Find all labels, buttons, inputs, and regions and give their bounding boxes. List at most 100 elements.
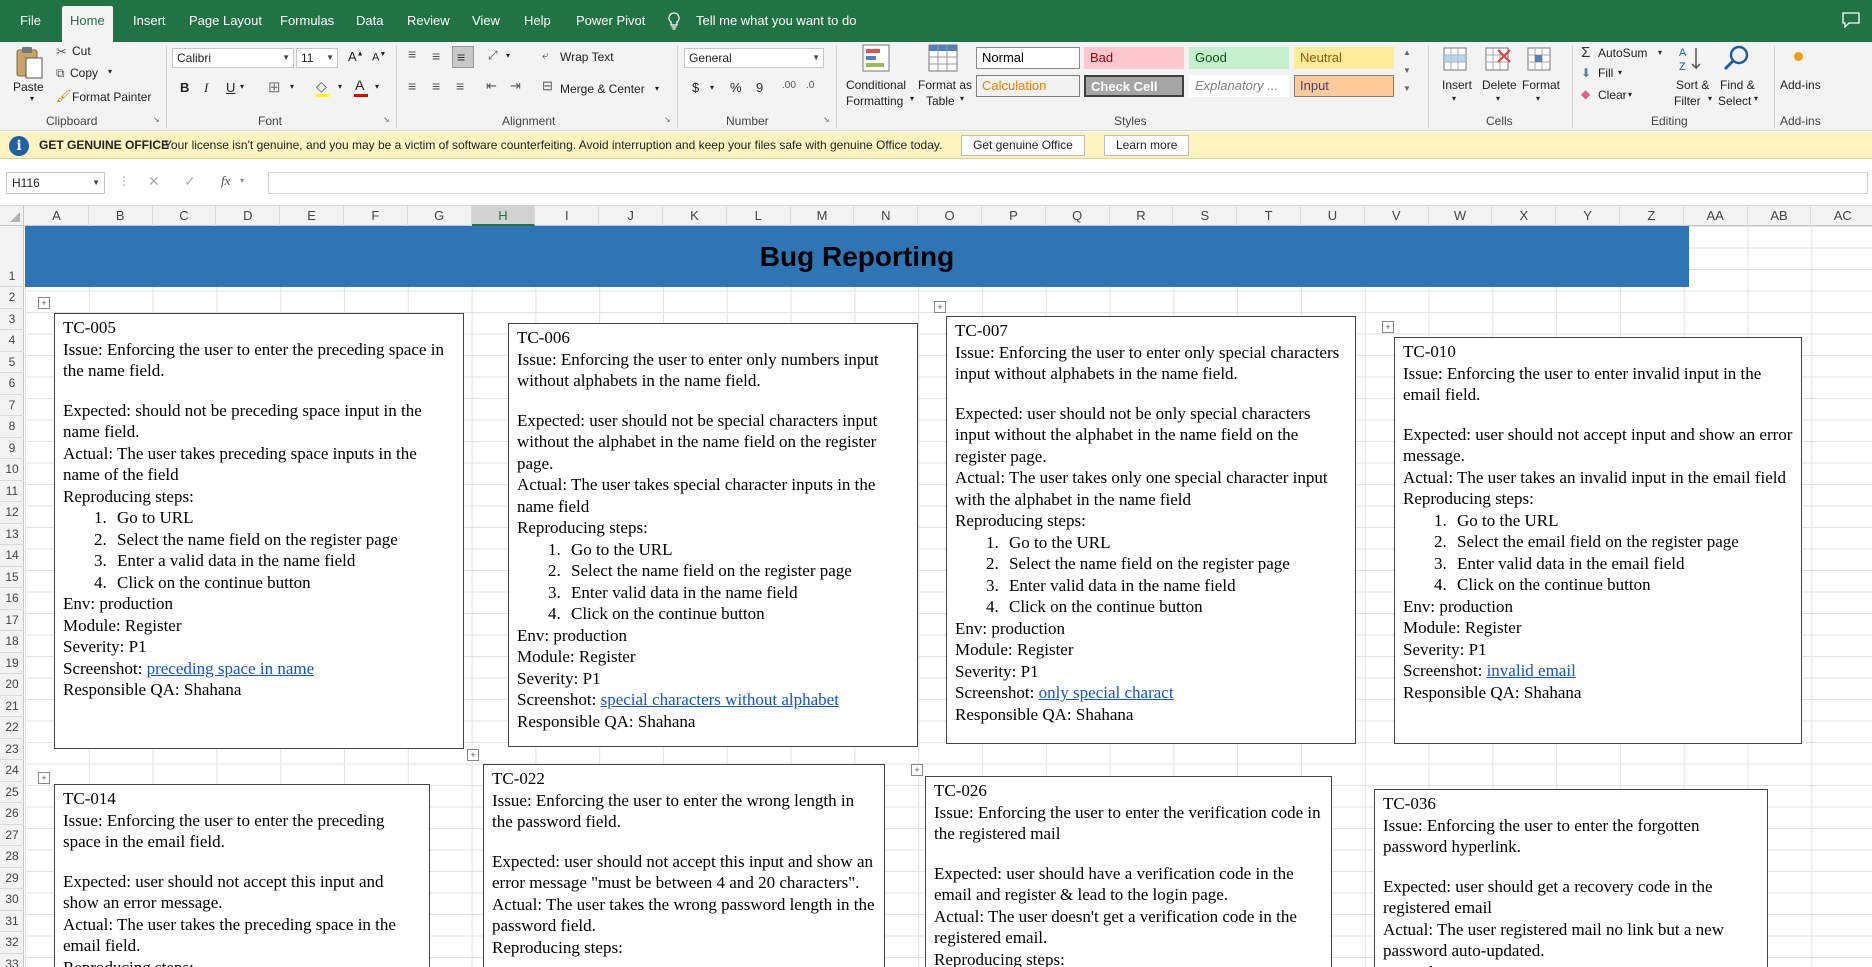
- tab-formulas[interactable]: Formulas: [272, 0, 342, 42]
- row-header-3[interactable]: 3: [0, 309, 24, 330]
- increase-indent-icon[interactable]: ⇥: [510, 78, 521, 94]
- align-middle-icon[interactable]: ≡: [432, 48, 440, 64]
- chevron-down-icon[interactable]: ▾: [910, 94, 914, 103]
- borders-icon[interactable]: ⊞: [268, 78, 281, 96]
- learn-more-button[interactable]: Learn more: [1104, 135, 1190, 156]
- move-handle-icon[interactable]: +: [911, 764, 923, 776]
- font-name-select[interactable]: Calibri ▼: [172, 48, 294, 68]
- style-check-cell[interactable]: Check Cell: [1084, 75, 1184, 97]
- column-header-a[interactable]: A: [25, 206, 89, 226]
- row-header-13[interactable]: 13: [0, 524, 24, 545]
- row-header-2[interactable]: 2: [0, 287, 24, 309]
- screenshot-link[interactable]: only special charact: [1039, 683, 1174, 702]
- styles-scroll-down-icon[interactable]: ▼: [1403, 66, 1411, 75]
- row-header-12[interactable]: 12: [0, 502, 24, 524]
- column-header-g[interactable]: G: [408, 206, 472, 226]
- insert-cells-button[interactable]: Insert: [1442, 78, 1472, 92]
- chevron-down-icon[interactable]: ▾: [1536, 94, 1540, 103]
- comments-icon[interactable]: [1842, 12, 1860, 28]
- orientation-icon[interactable]: ⤢: [488, 48, 498, 63]
- row-header-14[interactable]: 14: [0, 545, 24, 567]
- fill-button[interactable]: Fill: [1598, 66, 1613, 80]
- column-header-d[interactable]: D: [216, 206, 281, 226]
- tab-file[interactable]: File: [12, 0, 49, 42]
- row-header-31[interactable]: 31: [0, 911, 24, 932]
- bug-report-textbox[interactable]: TC-022 Issue: Enforcing the user to enter…: [483, 764, 885, 967]
- formula-input[interactable]: [268, 172, 1868, 194]
- select-all-corner[interactable]: [0, 206, 24, 226]
- row-header-24[interactable]: 24: [0, 760, 24, 782]
- column-header-f[interactable]: F: [344, 206, 408, 226]
- chevron-down-icon[interactable]: ▾: [655, 84, 659, 93]
- column-header-i[interactable]: I: [535, 206, 600, 226]
- worksheet-grid[interactable]: Bug Reporting + + + + + + TC-005 Issue: Enforci…: [25, 226, 1872, 967]
- column-header-r[interactable]: R: [1110, 206, 1174, 226]
- style-input[interactable]: Input: [1294, 75, 1394, 97]
- row-header-19[interactable]: 19: [0, 653, 24, 674]
- chevron-down-icon[interactable]: ▾: [506, 51, 510, 60]
- styles-more-icon[interactable]: ▼: [1403, 84, 1411, 93]
- move-handle-icon[interactable]: +: [934, 301, 946, 313]
- row-header-17[interactable]: 17: [0, 610, 24, 631]
- more-options-icon[interactable]: ⋮: [118, 174, 130, 188]
- chevron-down-icon[interactable]: ▾: [108, 67, 112, 76]
- row-header-11[interactable]: 11: [0, 481, 24, 502]
- font-color-icon[interactable]: A: [355, 77, 364, 93]
- chevron-down-icon[interactable]: ▾: [710, 83, 714, 92]
- get-genuine-office-button[interactable]: Get genuine Office: [961, 135, 1085, 156]
- row-header-16[interactable]: 16: [0, 588, 24, 610]
- underline-button[interactable]: U: [226, 80, 235, 95]
- find-select-label-2[interactable]: Select: [1718, 94, 1751, 108]
- column-header-w[interactable]: W: [1429, 206, 1493, 226]
- row-header-22[interactable]: 22: [0, 717, 24, 739]
- clear-button[interactable]: Clear: [1598, 88, 1627, 102]
- format-as-table-label-1[interactable]: Format as: [918, 78, 972, 92]
- column-header-l[interactable]: L: [727, 206, 791, 226]
- conditional-formatting-icon[interactable]: [862, 44, 894, 74]
- chevron-down-icon[interactable]: ▾: [1658, 48, 1662, 57]
- align-left-icon[interactable]: ≡: [408, 78, 416, 94]
- format-painter-icon[interactable]: 🖌: [56, 89, 71, 103]
- chevron-down-icon[interactable]: ▾: [240, 82, 244, 91]
- tab-power-pivot[interactable]: Power Pivot: [568, 0, 653, 42]
- addins-button[interactable]: Add-ins: [1780, 78, 1821, 92]
- paste-icon[interactable]: [14, 46, 44, 80]
- row-header-29[interactable]: 29: [0, 868, 24, 889]
- merge-center-button[interactable]: Merge & Center: [560, 82, 645, 96]
- wrap-text-icon[interactable]: ⤶: [542, 48, 549, 63]
- column-header-n[interactable]: N: [854, 206, 919, 226]
- increase-decimal-icon[interactable]: .00: [782, 80, 796, 91]
- cut-button[interactable]: Cut: [72, 44, 91, 58]
- tab-review[interactable]: Review: [399, 0, 458, 42]
- column-header-ab[interactable]: AB: [1748, 206, 1812, 226]
- copy-button[interactable]: Copy: [70, 66, 98, 80]
- conditional-formatting-label-1[interactable]: Conditional: [846, 78, 906, 92]
- decrease-font-icon[interactable]: A▼: [372, 51, 386, 64]
- bug-report-textbox[interactable]: TC-007 Issue: Enforcing the user to enter…: [946, 316, 1356, 744]
- column-header-ac[interactable]: AC: [1811, 206, 1872, 226]
- fill-icon[interactable]: ⬇: [1581, 66, 1591, 80]
- tab-data[interactable]: Data: [348, 0, 391, 42]
- tab-page-layout[interactable]: Page Layout: [181, 0, 270, 42]
- column-header-u[interactable]: U: [1301, 206, 1365, 226]
- row-header-18[interactable]: 18: [0, 631, 24, 653]
- chevron-down-icon[interactable]: ▾: [1628, 90, 1632, 99]
- format-cells-button[interactable]: Format: [1522, 78, 1560, 92]
- enter-icon[interactable]: ✓: [184, 173, 196, 190]
- currency-button[interactable]: $: [692, 80, 699, 95]
- bug-report-textbox[interactable]: TC-010 Issue: Enforcing the user to enter…: [1394, 337, 1802, 744]
- style-neutral[interactable]: Neutral: [1294, 47, 1394, 69]
- align-right-icon[interactable]: ≡: [456, 78, 464, 94]
- sort-filter-label-1[interactable]: Sort &: [1676, 78, 1709, 92]
- tab-help[interactable]: Help: [516, 0, 559, 42]
- format-painter-button[interactable]: Format Painter: [72, 90, 151, 104]
- chevron-down-icon[interactable]: ▾: [1618, 68, 1622, 77]
- fill-color-icon[interactable]: ◇: [316, 78, 327, 95]
- chevron-down-icon[interactable]: ▾: [1496, 94, 1500, 103]
- column-header-o[interactable]: O: [918, 206, 982, 226]
- copy-icon[interactable]: ⧉: [56, 66, 65, 81]
- row-header-21[interactable]: 21: [0, 696, 24, 717]
- wrap-text-button[interactable]: Wrap Text: [560, 50, 614, 64]
- addins-icon[interactable]: [1794, 52, 1803, 61]
- bug-report-textbox[interactable]: TC-014 Issue: Enforcing the user to enter…: [54, 784, 430, 967]
